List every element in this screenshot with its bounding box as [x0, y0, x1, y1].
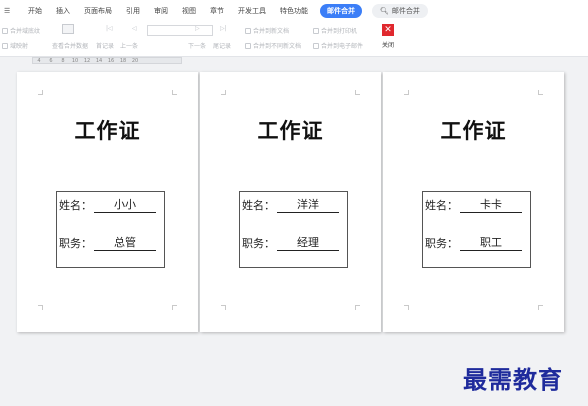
tab-section[interactable]: 章节 [210, 6, 224, 16]
close-icon[interactable]: ✕ [382, 24, 394, 36]
margin-mark [538, 305, 543, 310]
close-button-label[interactable]: 关闭 [382, 40, 394, 49]
ribbon-toolbar: 合并域底纹 域映射 查看合并数据 首记录 上一条 |◁ ◁ ▷ ▷| 下一条 尾… [0, 21, 588, 57]
name-label: 姓名： [242, 199, 275, 212]
margin-mark [355, 90, 360, 95]
page-2[interactable]: 工作证 姓名： 洋洋 职务： 经理 [200, 72, 381, 332]
card-title: 工作证 [257, 119, 324, 143]
tab-mail-merge[interactable]: 邮件合并 [320, 3, 362, 18]
first-record-button[interactable]: 首记录 [96, 41, 114, 50]
record-number-input[interactable] [147, 25, 213, 36]
page-1[interactable]: 工作证 姓名： 小小 职务： 总管 [17, 72, 198, 332]
new-doc-icon [245, 27, 251, 34]
card-title: 工作证 [74, 119, 141, 143]
tab-features[interactable]: 特色功能 [280, 6, 308, 16]
view-merge-data-button[interactable] [62, 24, 74, 34]
name-label: 姓名： [59, 199, 92, 212]
tab-view[interactable]: 视图 [182, 6, 196, 16]
merge-data-icon [62, 24, 74, 34]
separate-docs-icon [245, 42, 251, 49]
job-value: 总管 [94, 234, 156, 251]
page-3[interactable]: 工作证 姓名： 卡卡 职务： 职工 [383, 72, 564, 332]
margin-mark [38, 305, 43, 310]
margin-mark [355, 305, 360, 310]
name-value: 小小 [94, 196, 156, 213]
last-record-button[interactable]: 尾记录 [213, 41, 231, 50]
name-row: 姓名： 洋洋 [242, 196, 339, 213]
ruler-bar: 4 6 8 10 12 14 16 18 20 [0, 57, 588, 66]
info-box: 姓名： 洋洋 职务： 经理 [239, 191, 348, 268]
search-text: 邮件合并 [391, 6, 420, 15]
tab-developer[interactable]: 开发工具 [238, 6, 266, 16]
margin-mark [538, 90, 543, 95]
tab-page-layout[interactable]: 页面布局 [84, 6, 112, 16]
tab-review[interactable]: 审阅 [154, 6, 168, 16]
job-value: 经理 [277, 234, 339, 251]
job-value: 职工 [460, 234, 522, 251]
job-row: 职务： 经理 [242, 234, 339, 251]
name-value: 卡卡 [460, 196, 522, 213]
previous-record-icon: ◁ [132, 25, 137, 32]
merge-to-new-doc-button[interactable]: 合并到新文档 [245, 26, 289, 35]
last-record-icon: ▷| [220, 25, 227, 32]
next-record-icon: ▷ [195, 25, 200, 32]
horizontal-ruler[interactable]: 4 6 8 10 12 14 16 18 20 [32, 57, 182, 64]
card-title: 工作证 [440, 119, 507, 143]
job-row: 职务： 职工 [425, 234, 522, 251]
tab-start[interactable]: 开始 [28, 6, 42, 16]
mapping-icon [2, 42, 8, 49]
merge-to-email-button[interactable]: 合并到电子邮件 [313, 41, 363, 50]
merge-to-printer-button[interactable]: 合并到打印机 [313, 26, 357, 35]
info-box: 姓名： 小小 职务： 总管 [56, 191, 165, 268]
name-row: 姓名： 小小 [59, 196, 156, 213]
printer-icon [313, 27, 319, 34]
job-label: 职务： [425, 237, 458, 250]
shading-icon [2, 27, 8, 34]
margin-mark [221, 305, 226, 310]
job-row: 职务： 总管 [59, 234, 156, 251]
margin-mark [404, 305, 409, 310]
field-mapping-button[interactable]: 域映射 [2, 41, 28, 50]
email-icon [313, 42, 319, 49]
view-merge-data-label: 查看合并数据 [52, 43, 89, 50]
name-label: 姓名： [425, 199, 458, 212]
margin-mark [404, 90, 409, 95]
info-box: 姓名： 卡卡 职务： 职工 [422, 191, 531, 268]
menu-bar: ☰ 开始 插入 页面布局 引用 审阅 视图 章节 开发工具 特色功能 邮件合并 … [0, 0, 588, 21]
next-record-button[interactable]: 下一条 [188, 41, 206, 50]
job-label: 职务： [59, 237, 92, 250]
margin-mark [221, 90, 226, 95]
tab-references[interactable]: 引用 [126, 6, 140, 16]
tab-insert[interactable]: 插入 [56, 6, 70, 16]
document-workspace[interactable]: 工作证 姓名： 小小 职务： 总管 工作证 姓名： 洋洋 职务： 经理 工作证 … [0, 66, 588, 406]
first-record-icon: |◁ [106, 25, 113, 32]
name-row: 姓名： 卡卡 [425, 196, 522, 213]
margin-mark [38, 90, 43, 95]
margin-mark [172, 90, 177, 95]
margin-mark [172, 305, 177, 310]
previous-record-button[interactable]: 上一条 [120, 41, 138, 50]
merge-to-separate-docs-button[interactable]: 合并到不同新文档 [245, 41, 301, 50]
search-box[interactable]: 🔍︎ 邮件合并 [372, 3, 428, 18]
name-value: 洋洋 [277, 196, 339, 213]
job-label: 职务： [242, 237, 275, 250]
merge-field-shading-button[interactable]: 合并域底纹 [2, 26, 40, 35]
search-icon: 🔍︎ [380, 6, 389, 15]
watermark-logo-text: 最需教育 [463, 365, 563, 394]
menu-toggle-icon[interactable]: ☰ [4, 7, 14, 15]
